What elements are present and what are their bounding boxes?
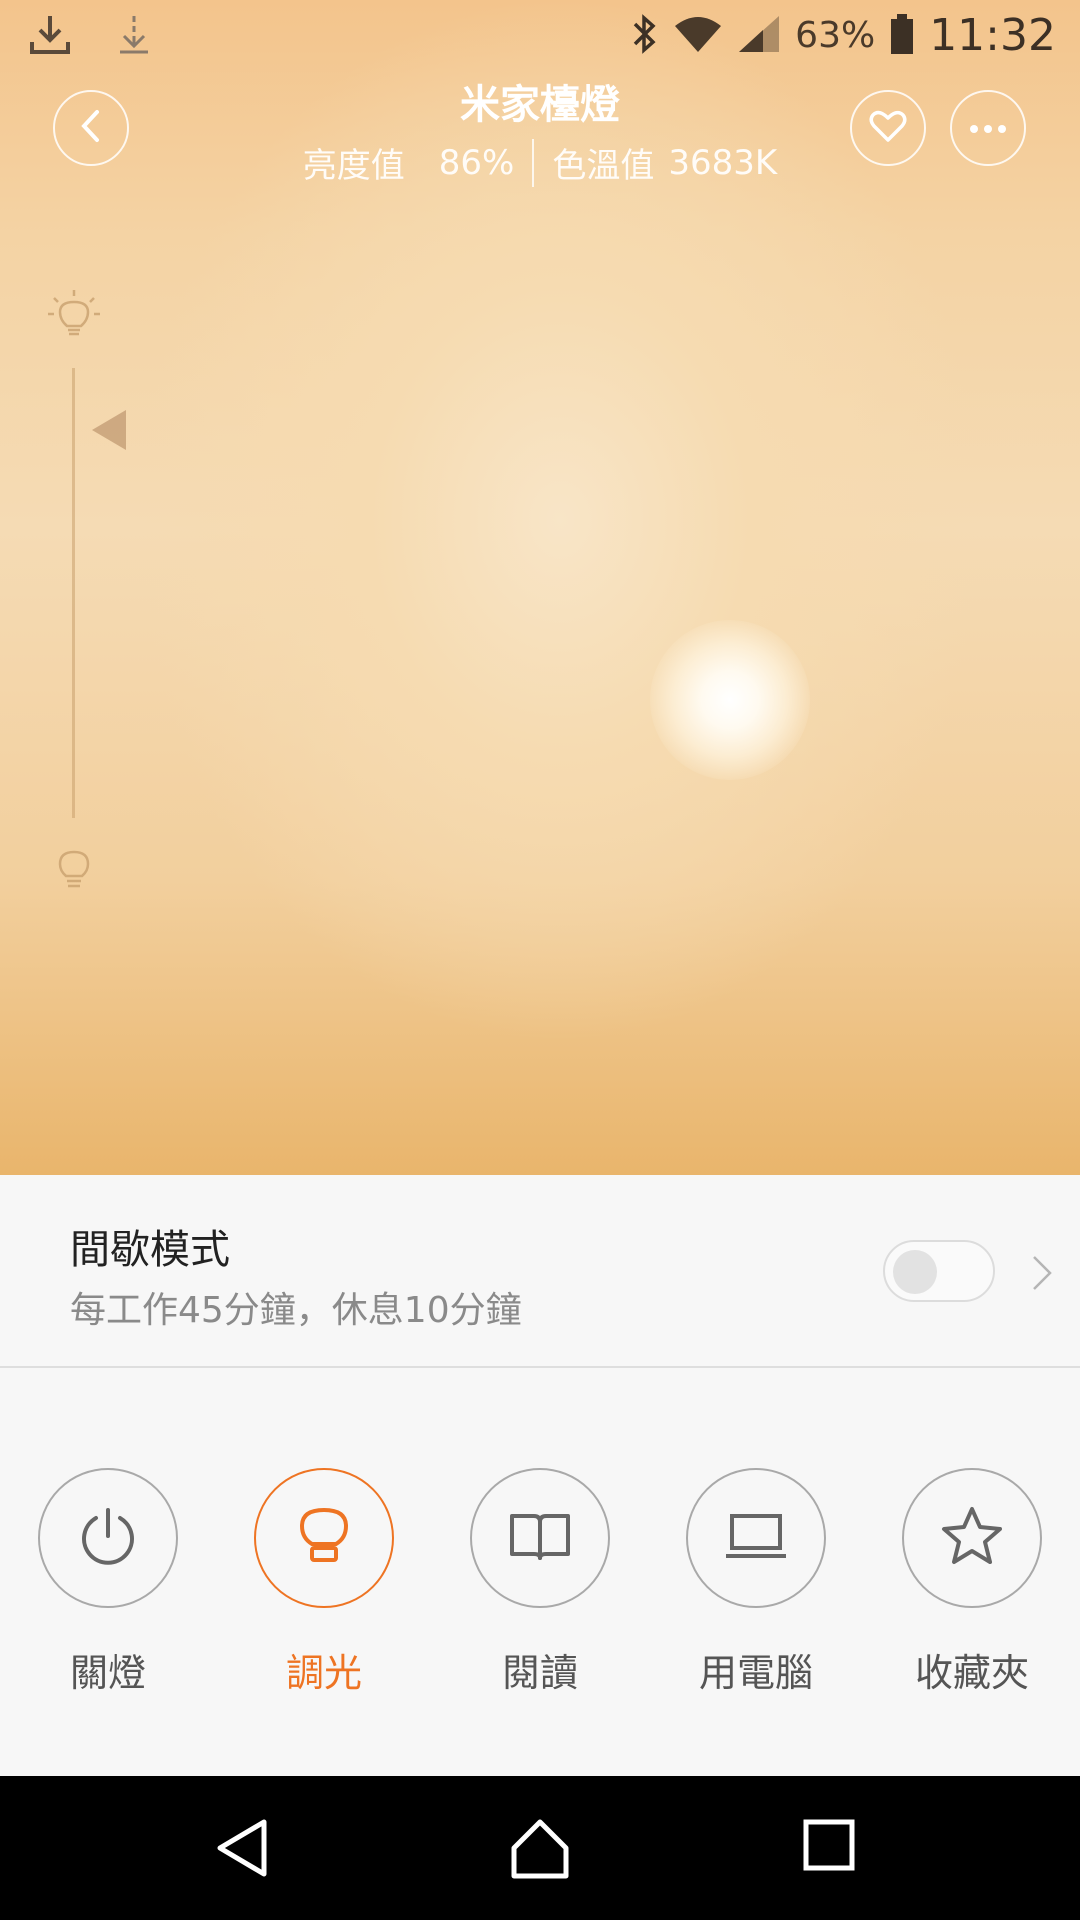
brightness-slider-handle[interactable] xyxy=(92,410,126,450)
scene-computer[interactable]: 用電腦 xyxy=(686,1468,826,1697)
reading-button[interactable] xyxy=(470,1468,610,1608)
download-small-icon xyxy=(114,12,154,60)
battery-percent: 63% xyxy=(795,15,876,56)
intermittent-mode-card[interactable]: 間歇模式 每工作45分鐘，休息10分鐘 xyxy=(0,1175,1080,1368)
computer-button[interactable] xyxy=(686,1468,826,1608)
scene-reading[interactable]: 閱讀 xyxy=(470,1468,610,1697)
mode-title: 間歇模式 xyxy=(70,1227,230,1273)
nav-recents-icon[interactable] xyxy=(802,1816,858,1880)
battery-icon xyxy=(889,12,915,60)
wifi-icon xyxy=(673,14,723,58)
scene-label-dimming: 調光 xyxy=(285,1651,362,1695)
clock: 11:32 xyxy=(929,10,1056,61)
scene-label-reading: 閱讀 xyxy=(501,1651,578,1695)
stats-divider xyxy=(532,138,535,187)
power-icon xyxy=(76,1504,140,1572)
book-icon xyxy=(508,1510,572,1566)
status-bar: 63% 11:32 xyxy=(0,0,1080,76)
chevron-right-icon[interactable] xyxy=(1030,1253,1054,1297)
favorite-button[interactable] xyxy=(850,90,926,166)
bulb-icon xyxy=(294,1504,354,1572)
light-glow xyxy=(650,620,810,780)
navigation-bar xyxy=(0,1776,1080,1920)
scene-dimming[interactable]: 調光 xyxy=(254,1468,394,1697)
star-icon xyxy=(940,1505,1004,1571)
nav-back-icon[interactable] xyxy=(212,1816,272,1884)
scene-buttons: 關燈 調光 閱讀 用電腦 收藏夾 xyxy=(0,1368,1080,1776)
download-icon xyxy=(28,12,72,60)
brightness-value: 86% xyxy=(438,142,515,183)
more-icon xyxy=(968,119,1008,138)
toggle-knob xyxy=(893,1250,937,1294)
signal-icon xyxy=(737,14,781,58)
more-button[interactable] xyxy=(950,90,1026,166)
color-temp-value: 3683K xyxy=(668,142,778,183)
bluetooth-icon xyxy=(629,12,659,60)
nav-home-icon[interactable] xyxy=(508,1816,572,1884)
brightness-label: 亮度值 xyxy=(302,146,405,186)
laptop-icon xyxy=(724,1510,788,1566)
scene-label-computer: 用電腦 xyxy=(698,1651,813,1695)
heart-icon xyxy=(868,108,908,148)
dimming-button[interactable] xyxy=(254,1468,394,1608)
scene-off[interactable]: 關燈 xyxy=(38,1468,178,1697)
dim-bulb-icon xyxy=(56,848,92,896)
power-button[interactable] xyxy=(38,1468,178,1608)
mode-description: 每工作45分鐘，休息10分鐘 xyxy=(70,1290,522,1331)
color-temp-label: 色溫值 xyxy=(552,146,655,186)
favorites-button[interactable] xyxy=(902,1468,1042,1608)
scene-label-off: 關燈 xyxy=(69,1651,146,1695)
scene-label-favorites: 收藏夾 xyxy=(914,1651,1029,1695)
bright-bulb-icon xyxy=(46,286,102,346)
brightness-slider-track[interactable] xyxy=(72,368,75,818)
intermittent-mode-toggle[interactable] xyxy=(883,1240,995,1302)
scene-favorites[interactable]: 收藏夾 xyxy=(902,1468,1042,1697)
